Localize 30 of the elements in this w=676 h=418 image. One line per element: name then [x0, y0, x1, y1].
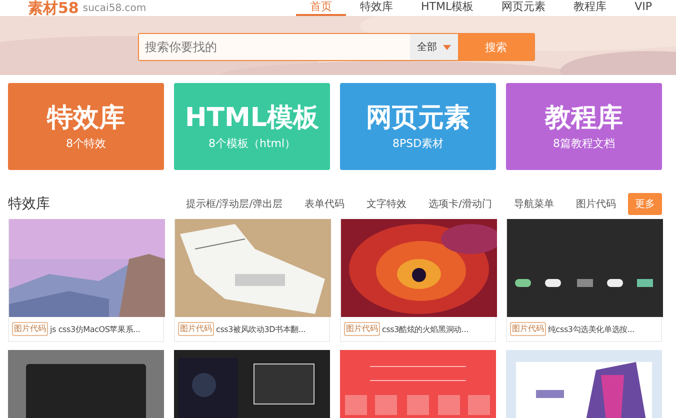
- nav-link[interactable]: 特效库: [346, 0, 407, 16]
- category-link[interactable]: 文字特效: [366, 197, 407, 211]
- nav-link[interactable]: 网页元素: [488, 0, 560, 16]
- item-title[interactable]: css3酷炫的火焰黑洞动...: [382, 324, 468, 334]
- category-link[interactable]: 提示框/浮动层/弹出层: [186, 197, 283, 211]
- category-count: 8PSD素材: [392, 136, 444, 151]
- category-card[interactable]: 教程库 8篇教程文档: [506, 83, 662, 170]
- nav-link[interactable]: HTML模板: [406, 0, 488, 16]
- category-title: 教程库: [545, 102, 623, 134]
- category-link[interactable]: 导航菜单: [514, 197, 554, 211]
- nav-link[interactable]: 教程库: [560, 0, 621, 16]
- category-link[interactable]: 选项卡/滑动门: [428, 197, 492, 211]
- category-link[interactable]: 图片代码: [576, 197, 616, 211]
- item-title[interactable]: js css3仿MacOS苹果系...: [50, 324, 140, 334]
- category-title: 特效库: [47, 102, 125, 134]
- category-title: 网页元素: [366, 102, 470, 134]
- category-count: 8篇教程文档: [553, 136, 615, 151]
- category-count: 8个特效: [66, 136, 106, 151]
- tag-label[interactable]: 图片代码: [12, 322, 48, 336]
- item-title[interactable]: css3被风吹动3D书本翻...: [216, 324, 306, 334]
- nav-link[interactable]: VIP: [620, 0, 666, 16]
- category-title: HTML模板: [185, 102, 319, 134]
- tag-label[interactable]: 图片代码: [510, 322, 546, 336]
- item-title[interactable]: 纯css3勾选美化单选按...: [548, 324, 634, 334]
- category-count: 8个模板（html）: [208, 136, 296, 151]
- section-title: 特效库: [8, 195, 50, 213]
- site-domain: sucai58.com: [82, 2, 146, 14]
- tag-label[interactable]: 图片代码: [344, 322, 380, 336]
- tag-label[interactable]: 图片代码: [178, 322, 214, 336]
- category-link[interactable]: 表单代码: [304, 197, 345, 211]
